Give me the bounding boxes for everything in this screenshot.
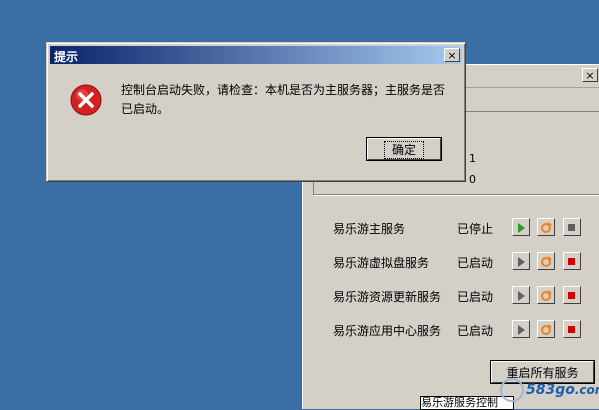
dialog-close-button[interactable]: × [444,48,460,62]
panel-close-button[interactable]: × [582,68,598,82]
service-name: 易乐游应用中心服务 [333,324,442,338]
watermark-text: 583go [526,382,575,398]
restart-button[interactable] [537,218,555,236]
error-icon [70,84,102,116]
restart-button[interactable] [537,320,555,338]
ok-button[interactable]: 确定 [367,138,441,160]
stop-icon [568,292,575,299]
play-icon [518,223,525,233]
dialog-message: 控制台启动失败，请检查：本机是否为主服务器；主服务是否已启动。 [121,83,446,116]
start-button[interactable] [512,320,530,338]
service-row-resource-update: 易乐游资源更新服务 已启动 [333,286,593,306]
stop-button[interactable] [563,252,581,270]
service-status: 已启动 [457,290,494,304]
restart-icon [541,222,552,233]
watermark: 583go.com [500,378,599,402]
play-icon [518,325,525,335]
stop-icon [568,258,575,265]
start-button[interactable] [512,286,530,304]
ok-button-label: 确定 [383,140,425,159]
info-value: 0 [469,173,476,186]
error-dialog: 提示 × 控制台启动失败，请检查：本机是否为主服务器；主服务是否已启动。 确定 [46,42,466,182]
stop-button[interactable] [563,218,581,236]
service-row-virtual-disk: 易乐游虚拟盘服务 已启动 [333,252,593,272]
service-name: 易乐游虚拟盘服务 [333,256,430,270]
service-name: 易乐游主服务 [333,222,406,236]
restart-button[interactable] [537,286,555,304]
stop-button[interactable] [563,286,581,304]
watermark-logo-icon [500,378,524,402]
restart-button[interactable] [537,252,555,270]
start-button[interactable] [512,252,530,270]
service-status: 已启动 [457,256,494,270]
restart-icon [541,256,552,267]
play-icon [518,257,525,267]
info-value: 1 [469,152,476,165]
play-icon [518,291,525,301]
restart-icon [541,324,552,335]
service-row-main: 易乐游主服务 已停止 [333,218,593,238]
service-status: 已停止 [457,222,494,236]
service-status: 已启动 [457,324,494,338]
dialog-title-bar[interactable]: 提示 × [50,46,462,64]
start-button[interactable] [512,218,530,236]
dialog-title: 提示 [54,50,79,64]
watermark-domain: .com [574,383,599,397]
stop-icon [568,326,575,333]
restart-icon [541,290,552,301]
service-row-app-center: 易乐游应用中心服务 已启动 [333,320,593,340]
stop-button[interactable] [563,320,581,338]
service-name: 易乐游资源更新服务 [333,290,442,304]
stop-icon [568,224,575,231]
